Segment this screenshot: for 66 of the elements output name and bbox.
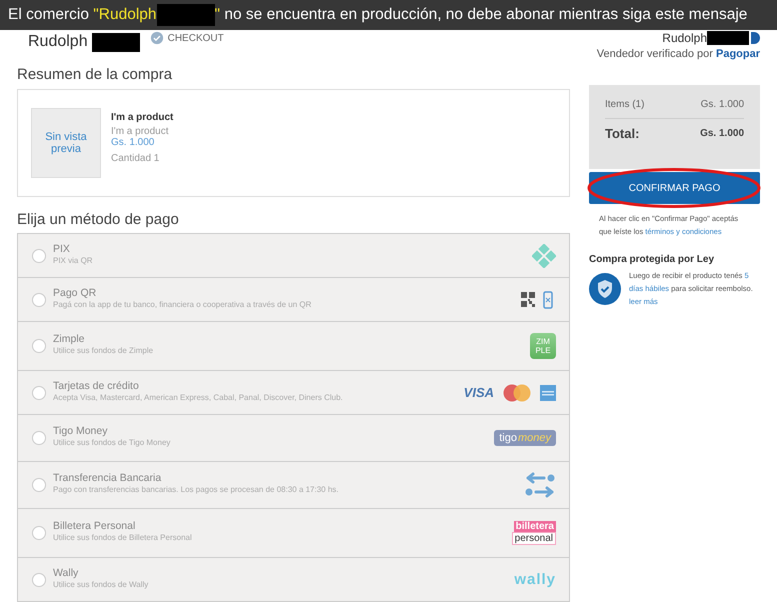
items-value: Gs. 1.000: [700, 99, 744, 110]
redaction-block: [92, 33, 140, 52]
method-name: Wally: [53, 566, 80, 578]
qr-phone-icon: [520, 288, 556, 310]
product-name: I'm a product: [111, 112, 174, 123]
protection-title: Compra protegida por Ley: [589, 254, 716, 265]
payment-option[interactable]: Transferencia Bancaria Pago con transferencias bancarias. Los pagos se procesan de 08:30 a 17:30 hs.: [18, 461, 569, 508]
seller-name: Rudolph: [662, 31, 707, 45]
pagopar-link[interactable]: Pagopar: [716, 48, 760, 60]
method-description: Utilice sus fondos de Tigo Money: [53, 438, 172, 447]
radio-button[interactable]: [32, 478, 46, 492]
method-name: Zimple: [53, 333, 86, 345]
payment-option[interactable]: Zimple Utilice sus fondos de Zimple ZIM PLE: [18, 321, 569, 370]
product-price: Gs. 1.000: [111, 137, 156, 148]
check-circle-icon: [150, 31, 164, 45]
radio-button[interactable]: [32, 292, 46, 306]
method-name: Pago QR: [53, 286, 98, 298]
method-name: Transferencia Bancaria: [53, 472, 162, 484]
tigo-money-logo: tigomoney: [494, 430, 556, 446]
radio-button[interactable]: [32, 526, 46, 540]
method-name: Tarjetas de crédito: [53, 380, 140, 392]
wally-logo: wally: [514, 571, 556, 588]
transfer-arrows-icon: [524, 472, 556, 498]
amex-logo-icon: [540, 384, 556, 400]
section-title: Elija un método de pago: [17, 211, 180, 228]
method-name: PIX: [53, 242, 71, 254]
store-name: Rudolph: [28, 33, 88, 51]
radio-button[interactable]: [32, 386, 46, 400]
billetera-logo: billetera personal: [512, 521, 556, 545]
method-name: Billetera Personal: [53, 520, 136, 532]
payment-option[interactable]: Billetera Personal Utilice sus fondos de Billetera Personal billetera personal: [18, 508, 569, 557]
method-description: Pagá con la app de tu banco, financiera o cooperativa a través de un QR: [53, 300, 312, 308]
visa-logo: VISA: [464, 385, 494, 400]
payment-option[interactable]: Pago QR Pagá con la app de tu banco, financiera o cooperativa a través de un QR: [18, 277, 569, 321]
radio-button[interactable]: [32, 431, 46, 445]
seller-badge-icon: [751, 32, 760, 44]
total-label: Total:: [605, 126, 640, 141]
verified-text: Vendedor verificado por: [596, 48, 713, 60]
method-description: PIX via QR: [53, 256, 94, 264]
items-label: Items (1): [605, 99, 644, 110]
preview-text: Sin vista previa: [44, 131, 88, 155]
zimple-logo: ZIM PLE: [530, 333, 556, 359]
radio-button[interactable]: [32, 339, 46, 353]
method-description: Pago con transferencias bancarias. Los pagos se procesan de 08:30 a 17:30 hs.: [53, 485, 340, 494]
radio-button[interactable]: [32, 572, 46, 586]
redaction-block: [707, 31, 749, 45]
total-value: Gs. 1.000: [700, 128, 744, 139]
method-name: Tigo Money: [53, 425, 108, 437]
method-description: Acepta Visa, Mastercard, American Express, Cabal, Panal, Discover, Diners Club.: [53, 392, 344, 402]
method-description: Utilice sus fondos de Wally: [53, 580, 150, 588]
section-title: Resumen de la compra: [17, 66, 174, 83]
payment-option[interactable]: Tarjetas de crédito Acepta Visa, Mastercard, American Express, Cabal, Panal, Discover, Diners Club. VISA: [18, 370, 569, 414]
product-description: I'm a product: [111, 126, 170, 137]
mastercard-logo-icon: [503, 384, 531, 402]
confirm-button[interactable]: CONFIRMAR PAGO: [589, 172, 760, 204]
checkout-label: CHECKOUT: [168, 33, 224, 44]
diamond-logo-icon: [532, 244, 556, 268]
product-quantity: Cantidad 1: [111, 153, 160, 164]
notice-text: El comercio "Rudolph " no se encuentra en producción, no debe abonar mientras siga este mensaje: [8, 4, 748, 26]
radio-button[interactable]: [32, 248, 46, 262]
payment-option[interactable]: PIX PIX via QR: [18, 234, 569, 277]
method-description: Utilice sus fondos de Billetera Personal: [53, 533, 193, 542]
payment-option[interactable]: Wally Utilice sus fondos de Wally wally: [18, 557, 569, 601]
payment-option[interactable]: Tigo Money Utilice sus fondos de Tigo Money tigomoney: [18, 414, 569, 461]
shield-icon: [589, 273, 621, 305]
method-description: Utilice sus fondos de Zimple: [53, 346, 154, 355]
